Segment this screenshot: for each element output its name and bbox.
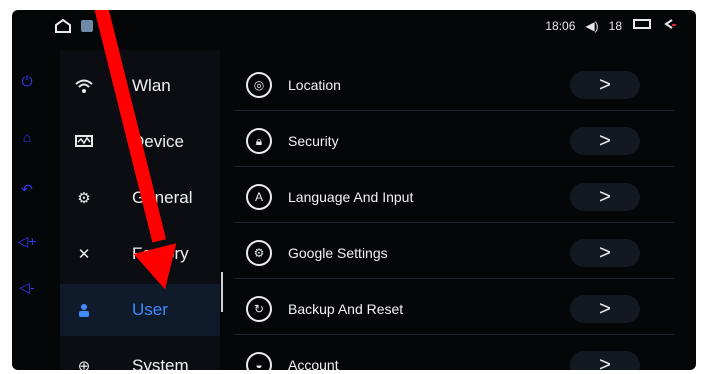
account-icon: ◒: [246, 352, 272, 370]
list-item-account[interactable]: ◒ Account >: [234, 340, 674, 370]
back-icon[interactable]: ↶: [16, 178, 38, 200]
clock: 18:06: [545, 18, 576, 33]
chevron-right-icon[interactable]: >: [570, 183, 640, 211]
keyboard-icon: A: [246, 184, 272, 210]
screen-icon: [80, 19, 94, 38]
list-item-backup-reset[interactable]: ↻ Backup And Reset >: [234, 284, 674, 335]
gear-icon: ⚙: [77, 190, 91, 207]
chevron-right-icon[interactable]: >: [570, 351, 640, 370]
sidebar-item-wlan[interactable]: Wlan: [60, 60, 220, 112]
list-item-security[interactable]: 🔒︎ Security >: [234, 116, 674, 167]
sidebar-item-label: User: [132, 300, 168, 319]
monitor-icon: [74, 132, 94, 152]
sidebar-item-system[interactable]: ⊕ System: [60, 340, 220, 370]
globe-icon: ⊕: [77, 358, 91, 370]
tools-icon: ✕: [77, 246, 91, 263]
home-outline-icon: [54, 18, 72, 38]
list-item-label: Location: [288, 77, 341, 93]
active-indicator: [221, 272, 223, 312]
location-icon: ◎: [246, 72, 272, 98]
power-icon[interactable]: ⏻: [16, 70, 38, 92]
status-left: [54, 18, 94, 38]
back-icon[interactable]: [662, 18, 678, 33]
sidebar-item-label: Wlan: [132, 76, 171, 95]
wifi-icon: [74, 76, 94, 96]
status-right: 18:06 ◀) 18: [545, 18, 678, 33]
sidebar-item-user[interactable]: User: [60, 284, 220, 336]
lock-icon: 🔒︎: [246, 128, 272, 154]
volume-down-icon[interactable]: ◁-: [16, 276, 38, 298]
list-item-label: Backup And Reset: [288, 301, 404, 317]
list-item-language[interactable]: A Language And Input >: [234, 172, 674, 223]
list-item-label: Security: [288, 133, 339, 149]
list-item-label: Google Settings: [288, 245, 388, 261]
volume-up-icon[interactable]: ◁+: [16, 230, 38, 252]
home-icon[interactable]: ⌂: [16, 126, 38, 148]
left-nav-buttons: ⏻ ⌂ ↶ ◁+ ◁-: [12, 50, 52, 370]
list-item-label: Account: [288, 357, 339, 370]
list-item-location[interactable]: ◎ Location >: [234, 60, 674, 111]
user-icon: [74, 300, 94, 320]
settings-sidebar: Wlan Device ⚙ General ✕ Factory User ⊕ S…: [60, 50, 220, 370]
reset-icon: ↻: [246, 296, 272, 322]
volume-level: 18: [608, 18, 622, 33]
list-item-label: Language And Input: [288, 189, 414, 205]
sidebar-item-label: System: [132, 356, 189, 370]
gear-icon: ⚙: [246, 240, 272, 266]
speaker-icon: ◀): [585, 18, 599, 33]
chevron-right-icon[interactable]: >: [570, 71, 640, 99]
settings-list: ◎ Location > 🔒︎ Security > A Language An…: [234, 50, 674, 370]
car-settings-screen: 18:06 ◀) 18 ⏻ ⌂ ↶ ◁+ ◁- Wlan Device ⚙ Ge…: [12, 10, 696, 370]
chevron-right-icon[interactable]: >: [570, 295, 640, 323]
chevron-right-icon[interactable]: >: [570, 239, 640, 267]
chevron-right-icon[interactable]: >: [570, 127, 640, 155]
recent-apps-icon[interactable]: [632, 18, 652, 33]
list-item-google-settings[interactable]: ⚙ Google Settings >: [234, 228, 674, 279]
